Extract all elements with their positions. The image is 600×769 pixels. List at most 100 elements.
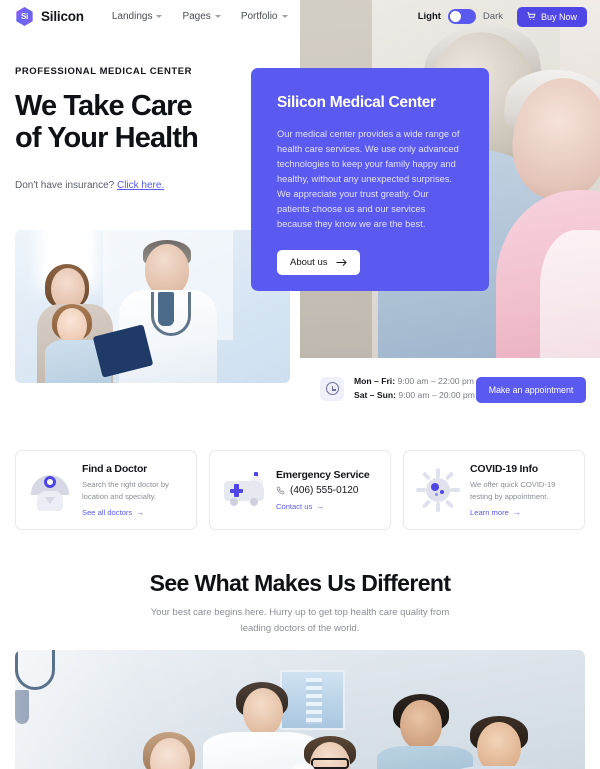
service-card-find-doctor[interactable]: Find a Doctor Search the right doctor by… xyxy=(15,450,197,530)
virus-icon-spike-w xyxy=(416,488,426,492)
theme-toggle-knob xyxy=(449,11,461,22)
insurance-link[interactable]: Click here. xyxy=(117,180,164,191)
team-photo-xray-lightbox xyxy=(280,670,345,730)
team-photo-nurse-head xyxy=(400,700,442,750)
ambulance-icon xyxy=(221,467,267,513)
brand-area[interactable]: Si Silicon xyxy=(0,7,84,26)
medical-center-card-title: Silicon Medical Center xyxy=(277,94,436,111)
virus-icon-spike-s xyxy=(436,502,440,512)
logo-mark-label: Si xyxy=(21,12,28,21)
doctor-icon-lens xyxy=(44,476,56,488)
service-card-desc: Search the right doctor by location and … xyxy=(82,480,169,501)
service-card-title: Find a Doctor xyxy=(82,463,148,476)
theme-toggle[interactable] xyxy=(447,9,476,24)
header-actions: Light Dark Buy Now xyxy=(417,6,600,27)
ambulance-icon-cross-horizontal xyxy=(230,488,243,493)
chevron-down-icon xyxy=(156,15,163,18)
hero-title-line-1: We Take Care xyxy=(15,90,193,122)
service-card-title: Emergency Service xyxy=(276,469,370,481)
hours-weekday-label: Mon – Fri: xyxy=(354,376,396,386)
virus-icon-spike-nw xyxy=(421,471,432,481)
opening-hours-text: Mon – Fri: 9:00 am – 22:00 pm Sat – Sun:… xyxy=(354,375,475,403)
nav-label-portfolio: Portfolio xyxy=(240,11,278,22)
hero-title: We Take Care of Your Health xyxy=(15,90,290,155)
hero-title-line-2: of Your Health xyxy=(15,122,199,155)
clock-icon xyxy=(325,382,339,396)
service-card-body: COVID-19 Info We offer quick COVID-19 te… xyxy=(470,463,573,517)
team-photo-doctor-head xyxy=(243,688,283,736)
arrow-right-icon xyxy=(335,259,347,267)
nav-label-landings: Landings xyxy=(111,11,153,22)
team-photo-stethoscope xyxy=(15,650,55,690)
virus-icon-dot-large xyxy=(431,483,439,491)
arrow-right-icon: → xyxy=(512,507,521,517)
insurance-text: Don't have insurance? xyxy=(15,179,115,191)
clock-icon-wrap xyxy=(320,376,344,401)
service-card-title: COVID-19 Info xyxy=(470,463,538,476)
virus-icon-spike-n xyxy=(436,468,440,478)
learn-more-label: Learn more xyxy=(470,507,509,517)
chevron-down-icon xyxy=(214,15,221,18)
photo-doctor-head xyxy=(145,244,189,296)
arrow-right-icon: → xyxy=(316,502,325,511)
virus-icon-spike-sw xyxy=(421,499,432,509)
cart-icon xyxy=(527,12,536,21)
hours-weekend-label: Sat – Sun: xyxy=(354,389,397,400)
medical-team-photo xyxy=(15,650,585,769)
logo-accent-dot-icon xyxy=(30,7,33,11)
brand-name: Silicon xyxy=(41,9,84,24)
arrow-right-icon: → xyxy=(136,507,145,517)
ambulance-icon-wheel-rear xyxy=(250,498,258,506)
insurance-note: Don't have insurance? Click here. xyxy=(15,180,290,191)
photo-stethoscope xyxy=(151,292,191,336)
service-card-emergency[interactable]: Emergency Service (406) 555-0120 Contact… xyxy=(209,450,391,530)
nav-item-landings[interactable]: Landings xyxy=(112,11,163,22)
theme-dark-label: Dark xyxy=(482,11,503,22)
family-doctor-photo xyxy=(15,230,290,383)
hours-weekend-value: 9:00 am – 20:00 pm xyxy=(398,389,475,400)
theme-light-label: Light xyxy=(417,11,441,22)
site-header: Si Silicon Landings Pages Portfolio Ligh… xyxy=(0,0,600,33)
hours-weekday-row: Mon – Fri: 9:00 am – 22:00 pm xyxy=(354,375,475,389)
virus-icon-dot-medium xyxy=(440,490,444,494)
main-navigation: Landings Pages Portfolio xyxy=(112,11,288,22)
make-appointment-button[interactable]: Make an appointment xyxy=(476,377,586,403)
virus-icon-core xyxy=(426,478,450,502)
service-card-body: Find a Doctor Search the right doctor by… xyxy=(82,463,185,517)
emergency-phone-number: (406) 555-0120 xyxy=(290,485,359,496)
section-title: See What Makes Us Different xyxy=(149,570,451,596)
hero-text-block: PROFESSIONAL MEDICAL CENTER We Take Care… xyxy=(15,66,290,191)
service-card-covid[interactable]: COVID-19 Info We offer quick COVID-19 te… xyxy=(403,450,585,530)
learn-more-link[interactable]: Learn more → xyxy=(470,508,573,517)
virus-icon-dot-small xyxy=(435,493,438,496)
team-photo-eyeglasses-icon xyxy=(311,758,349,769)
section-subtitle: Your best care begins here. Hurry up to … xyxy=(150,607,450,635)
nav-item-portfolio[interactable]: Portfolio xyxy=(241,11,288,22)
emergency-phone[interactable]: (406) 555-0120 xyxy=(276,485,379,496)
contact-us-label: Contact us xyxy=(276,502,313,511)
photo-woman-collar xyxy=(540,230,600,358)
hours-weekday-value: 9:00 am – 22:00 pm xyxy=(397,376,474,386)
silicon-logo-icon: Si xyxy=(16,7,33,26)
hours-weekend-row: Sat – Sun: 9:00 am – 20:00 pm xyxy=(354,389,475,403)
chevron-down-icon xyxy=(281,15,288,18)
medical-center-card: Silicon Medical Center Our medical cente… xyxy=(251,68,489,291)
hero-eyebrow: PROFESSIONAL MEDICAL CENTER xyxy=(15,66,193,77)
about-us-button[interactable]: About us xyxy=(277,250,360,276)
see-all-doctors-link[interactable]: See all doctors → xyxy=(82,508,185,517)
contact-us-link[interactable]: Contact us → xyxy=(276,502,379,511)
buy-now-label: Buy Now xyxy=(540,11,577,22)
team-photo-nurse-body xyxy=(377,746,473,769)
service-card-desc: We offer quick COVID-19 testing by appoi… xyxy=(470,480,556,501)
team-photo-man-head xyxy=(477,722,521,769)
buy-now-button[interactable]: Buy Now xyxy=(516,6,587,27)
virus-icon-spike-ne xyxy=(444,471,455,481)
medical-center-card-body: Our medical center provides a wide range… xyxy=(277,129,460,230)
service-cards: Find a Doctor Search the right doctor by… xyxy=(15,450,585,530)
about-us-label: About us xyxy=(290,257,328,269)
virus-icon-spike-se xyxy=(444,499,455,509)
nav-label-pages: Pages xyxy=(182,11,211,22)
ambulance-icon-wheel-front xyxy=(230,498,238,506)
nav-item-pages[interactable]: Pages xyxy=(182,11,221,22)
opening-hours: Mon – Fri: 9:00 am – 22:00 pm Sat – Sun:… xyxy=(320,375,475,403)
